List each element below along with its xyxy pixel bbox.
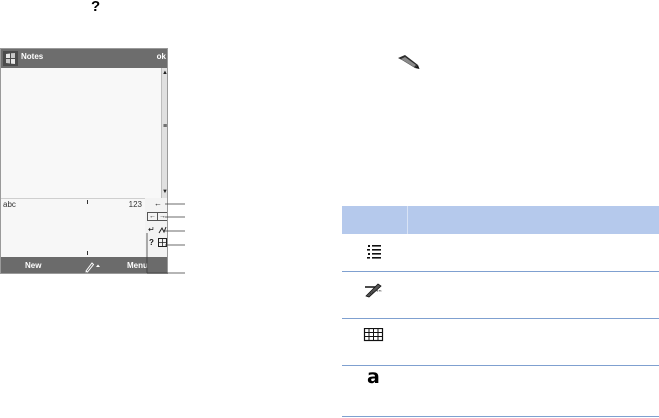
keyboard-grid-icon	[363, 328, 384, 342]
input-panel[interactable]: abc 123	[1, 198, 145, 257]
letter-a-icon: a	[367, 366, 380, 388]
bulleted-list-icon	[367, 245, 381, 259]
title-bar: Notes ok	[1, 49, 167, 68]
pen-recognize-icon	[365, 283, 383, 298]
menu-bar: New Menu	[1, 257, 167, 273]
new-button[interactable]: New	[25, 261, 41, 270]
abc-label: abc	[3, 200, 16, 209]
numeric-label: 123	[128, 200, 142, 209]
table-header	[342, 206, 659, 234]
divider-tick	[87, 200, 88, 204]
device-screen: Notes ok ▲ ≡ ▼ abc 123 ← ← → ↵ ? New Men…	[0, 48, 168, 274]
divider-tick	[87, 251, 88, 255]
scroll-up-icon[interactable]: ▲	[162, 70, 167, 76]
table-row	[342, 234, 659, 272]
callout-lines	[146, 203, 185, 274]
input-method-selector-icon[interactable]	[83, 259, 105, 273]
table-row	[342, 319, 659, 366]
scroll-thumb[interactable]: ≡	[162, 123, 167, 130]
header-divider	[407, 206, 408, 234]
app-title: Notes	[21, 52, 44, 61]
vertical-scrollbar[interactable]: ▲ ≡ ▼	[161, 68, 167, 198]
notes-text-area[interactable]	[1, 68, 161, 198]
start-menu-icon[interactable]	[3, 51, 18, 66]
help-icon: ?	[91, 0, 101, 15]
table-row	[342, 272, 659, 319]
table-row: a	[342, 366, 659, 417]
pencil-icon	[398, 55, 420, 69]
icon-description-table: a	[342, 206, 659, 417]
ok-button[interactable]: ok	[157, 52, 166, 61]
